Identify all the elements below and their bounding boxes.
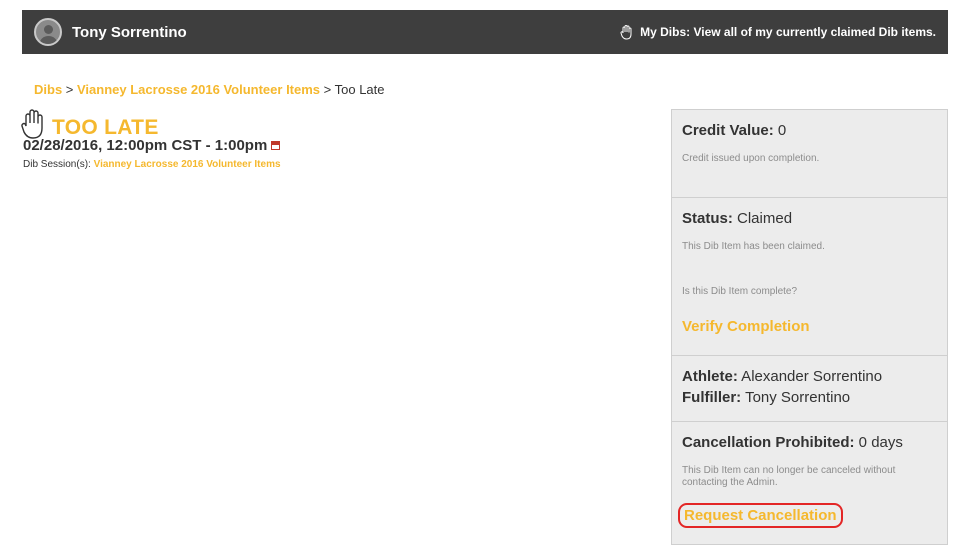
session-label: Dib Session(s): [23, 159, 94, 170]
item-datetime: 02/28/2016, 12:00pm CST - 1:00pm [23, 137, 281, 154]
cancellation-note: This Dib Item can no longer be canceled … [682, 465, 896, 488]
credit-note: Credit issued upon completion. [682, 153, 820, 164]
athlete-value: Athlete: Alexander Sorrentino [682, 368, 883, 385]
request-cancellation-wrapper: Request Cancellation [678, 503, 937, 528]
user-name[interactable]: Tony Sorrentino [72, 24, 187, 41]
my-dibs-link[interactable]: My Dibs: View all of my currently claime… [620, 24, 936, 40]
my-dibs-label[interactable]: My Dibs: View all of my currently claime… [640, 25, 936, 39]
avatar[interactable] [34, 18, 62, 46]
raised-hand-icon [21, 109, 43, 139]
verify-completion-link[interactable]: Verify Completion [682, 318, 937, 335]
status-value: Status: Claimed [682, 210, 793, 227]
breadcrumb-separator: > [320, 82, 335, 97]
item-datetime-text: 02/28/2016, 12:00pm CST - 1:00pm [23, 137, 268, 154]
credit-value: Credit Value: 0 [682, 122, 787, 139]
fulfiller-value: Fulfiller: Tony Sorrentino [682, 389, 851, 406]
hand-icon [620, 25, 632, 40]
credit-section: Credit Value: 0 Credit issued upon compl… [672, 110, 947, 198]
top-bar: Tony Sorrentino My Dibs: View all of my … [22, 10, 948, 54]
breadcrumb-current: Too Late [334, 82, 385, 97]
calendar-icon[interactable] [271, 141, 281, 150]
status-note: This Dib Item has been claimed. [682, 241, 825, 252]
breadcrumb: Dibs > Vianney Lacrosse 2016 Volunteer I… [34, 82, 385, 97]
cancellation-value: Cancellation Prohibited: 0 days [682, 434, 903, 451]
session-link[interactable]: Vianney Lacrosse 2016 Volunteer Items [94, 159, 281, 170]
request-cancellation-button[interactable]: Request Cancellation [678, 503, 843, 528]
item-title-row: TOO LATE [20, 108, 159, 140]
breadcrumb-dibs[interactable]: Dibs [34, 82, 62, 97]
complete-question: Is this Dib Item complete? [682, 286, 798, 297]
item-session: Dib Session(s): Vianney Lacrosse 2016 Vo… [23, 159, 281, 170]
status-section: Status: Claimed This Dib Item has been c… [672, 198, 947, 356]
cancellation-section: Cancellation Prohibited: 0 days This Dib… [672, 422, 947, 546]
breadcrumb-session[interactable]: Vianney Lacrosse 2016 Volunteer Items [77, 82, 320, 97]
user-info[interactable]: Tony Sorrentino [34, 18, 187, 46]
people-section: Athlete: Alexander Sorrentino Fulfiller:… [672, 356, 947, 422]
breadcrumb-separator: > [62, 82, 77, 97]
item-details-panel: Credit Value: 0 Credit issued upon compl… [671, 109, 948, 545]
